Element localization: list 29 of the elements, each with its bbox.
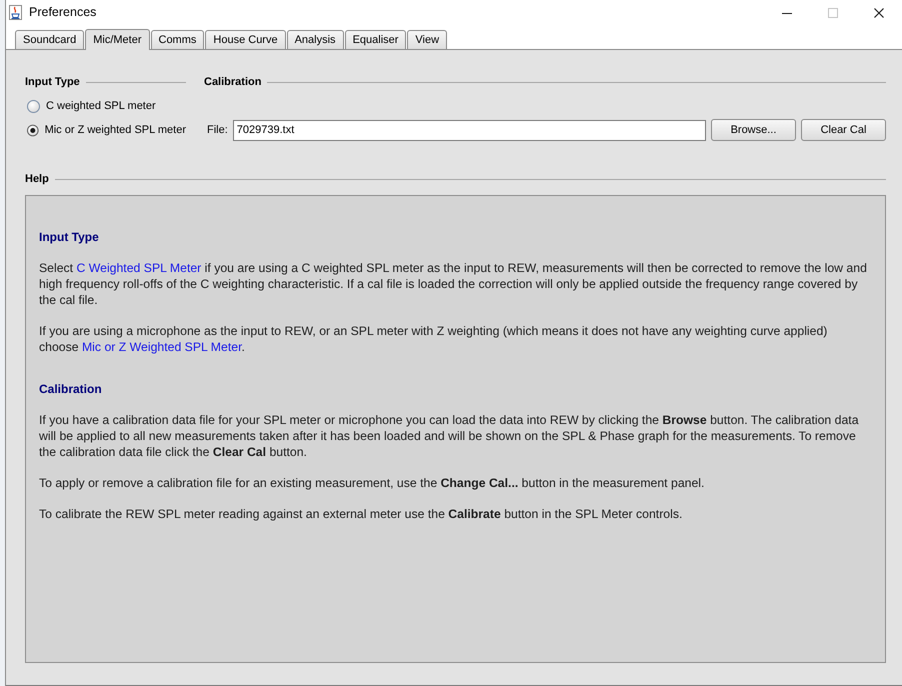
tab[interactable]: View xyxy=(407,30,448,49)
help-paragraph: If you are using a microphone as the input to REW, or an SPL meter with Z weighting (which means it does not have any weighting curve applied) choose Mic or Z Weighted SPL Meter. xyxy=(39,323,828,355)
radio-option[interactable]: Mic or Z weighted SPL meter xyxy=(25,118,186,142)
group-title: Help xyxy=(25,172,49,187)
radio-icon[interactable] xyxy=(27,124,39,136)
help-paragraph: To calibrate the REW SPL meter reading against an external meter use the Calibrate button in the SPL Meter controls. xyxy=(39,506,684,522)
tab[interactable]: Analysis xyxy=(286,30,344,49)
group-title: Input Type xyxy=(25,74,80,90)
help-heading: Calibration xyxy=(39,381,103,397)
help-heading: Input Type xyxy=(39,229,100,245)
tab[interactable]: Soundcard xyxy=(15,30,84,49)
tab[interactable]: Mic/Meter xyxy=(85,29,150,50)
tab[interactable]: House Curve xyxy=(205,30,286,49)
group-title: Calibration xyxy=(204,74,262,90)
help-paragraph: If you have a calibration data file for your SPL meter or microphone you can load the data into REW by clicking the Browse button. The calibration data will be applied to all new measurements taken after it has been loaded and will be shown on the SPL & Phase graph for the measurements. To remove the calibration data file click the Clear Cal button. xyxy=(39,412,860,460)
tab[interactable]: Equaliser xyxy=(344,30,406,49)
browse-button[interactable]: Browse... xyxy=(711,119,796,141)
help-paragraph: Select C Weighted SPL Meter if you are using a C weighted SPL meter as the input to REW, measurements will then be corrected to remove the low and high frequency roll-offs of the C weighting characteristic. If a cal file is loaded the correction will only be applied outside the frequency range covered by the cal file. xyxy=(39,260,868,308)
help-link[interactable]: C Weighted SPL Meter xyxy=(76,261,202,275)
help-link[interactable]: Mic or Z Weighted SPL Meter xyxy=(82,340,242,354)
window-title: Preferences xyxy=(29,4,96,22)
radio-option[interactable]: C weighted SPL meter xyxy=(25,94,186,118)
help-paragraph: To apply or remove a calibration file for an existing measurement, use the Change Cal... button in the measurement panel. xyxy=(39,475,706,491)
radio-icon[interactable] xyxy=(27,100,40,112)
cup-icon xyxy=(9,5,22,20)
clear-button[interactable]: Clear Cal xyxy=(801,119,886,141)
file-label: File: xyxy=(206,122,228,138)
file-field[interactable]: 7029739.txt xyxy=(232,120,706,140)
tab[interactable]: Comms xyxy=(150,30,204,49)
